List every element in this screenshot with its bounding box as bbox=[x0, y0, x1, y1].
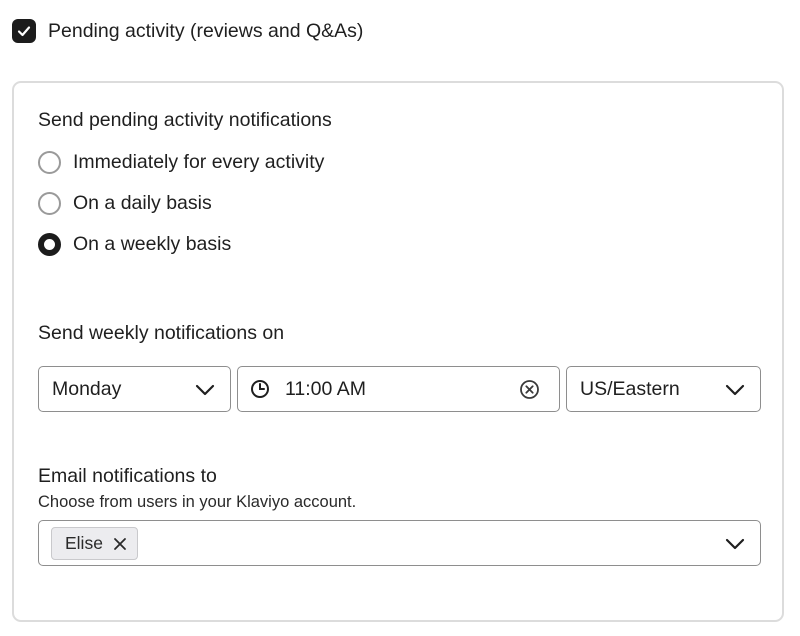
clock-icon bbox=[251, 380, 269, 398]
radio-button[interactable] bbox=[38, 192, 61, 215]
pending-activity-settings-panel: Send pending activity notifications Imme… bbox=[12, 81, 784, 622]
day-select[interactable]: Monday bbox=[38, 366, 231, 412]
day-select-value: Monday bbox=[52, 377, 122, 400]
chevron-down-icon bbox=[725, 384, 745, 396]
clear-time-icon[interactable] bbox=[519, 379, 540, 400]
radio-label: On a weekly basis bbox=[73, 233, 232, 255]
radio-button-selected[interactable] bbox=[38, 233, 61, 256]
radio-option-weekly[interactable]: On a weekly basis bbox=[38, 233, 231, 256]
recipient-tag: Elise bbox=[51, 527, 138, 560]
checkmark-icon bbox=[17, 26, 31, 37]
recipients-title: Email notifications to bbox=[38, 465, 217, 487]
remove-tag-button[interactable] bbox=[113, 537, 127, 551]
radio-label: Immediately for every activity bbox=[73, 151, 325, 173]
pending-activity-checkbox-row[interactable]: Pending activity (reviews and Q&As) bbox=[12, 19, 363, 43]
pending-activity-label: Pending activity (reviews and Q&As) bbox=[48, 19, 364, 42]
recipients-multiselect[interactable]: Elise bbox=[38, 520, 761, 566]
timezone-select[interactable]: US/Eastern bbox=[566, 366, 761, 412]
time-input[interactable]: 11:00 AM bbox=[237, 366, 560, 412]
recipient-tag-label: Elise bbox=[65, 533, 103, 553]
schedule-title: Send weekly notifications on bbox=[38, 322, 285, 344]
timezone-select-value: US/Eastern bbox=[580, 377, 680, 400]
pending-activity-checkbox[interactable] bbox=[12, 19, 36, 43]
radio-button[interactable] bbox=[38, 151, 61, 174]
chevron-down-icon[interactable] bbox=[724, 533, 746, 555]
close-icon bbox=[114, 537, 126, 550]
radio-label: On a daily basis bbox=[73, 192, 212, 214]
radio-option-immediately[interactable]: Immediately for every activity bbox=[38, 151, 324, 174]
recipients-subtitle: Choose from users in your Klaviyo accoun… bbox=[38, 493, 357, 511]
time-input-value: 11:00 AM bbox=[285, 377, 366, 400]
radio-option-daily[interactable]: On a daily basis bbox=[38, 192, 212, 215]
chevron-down-icon bbox=[195, 384, 215, 396]
frequency-title: Send pending activity notifications bbox=[38, 109, 332, 131]
